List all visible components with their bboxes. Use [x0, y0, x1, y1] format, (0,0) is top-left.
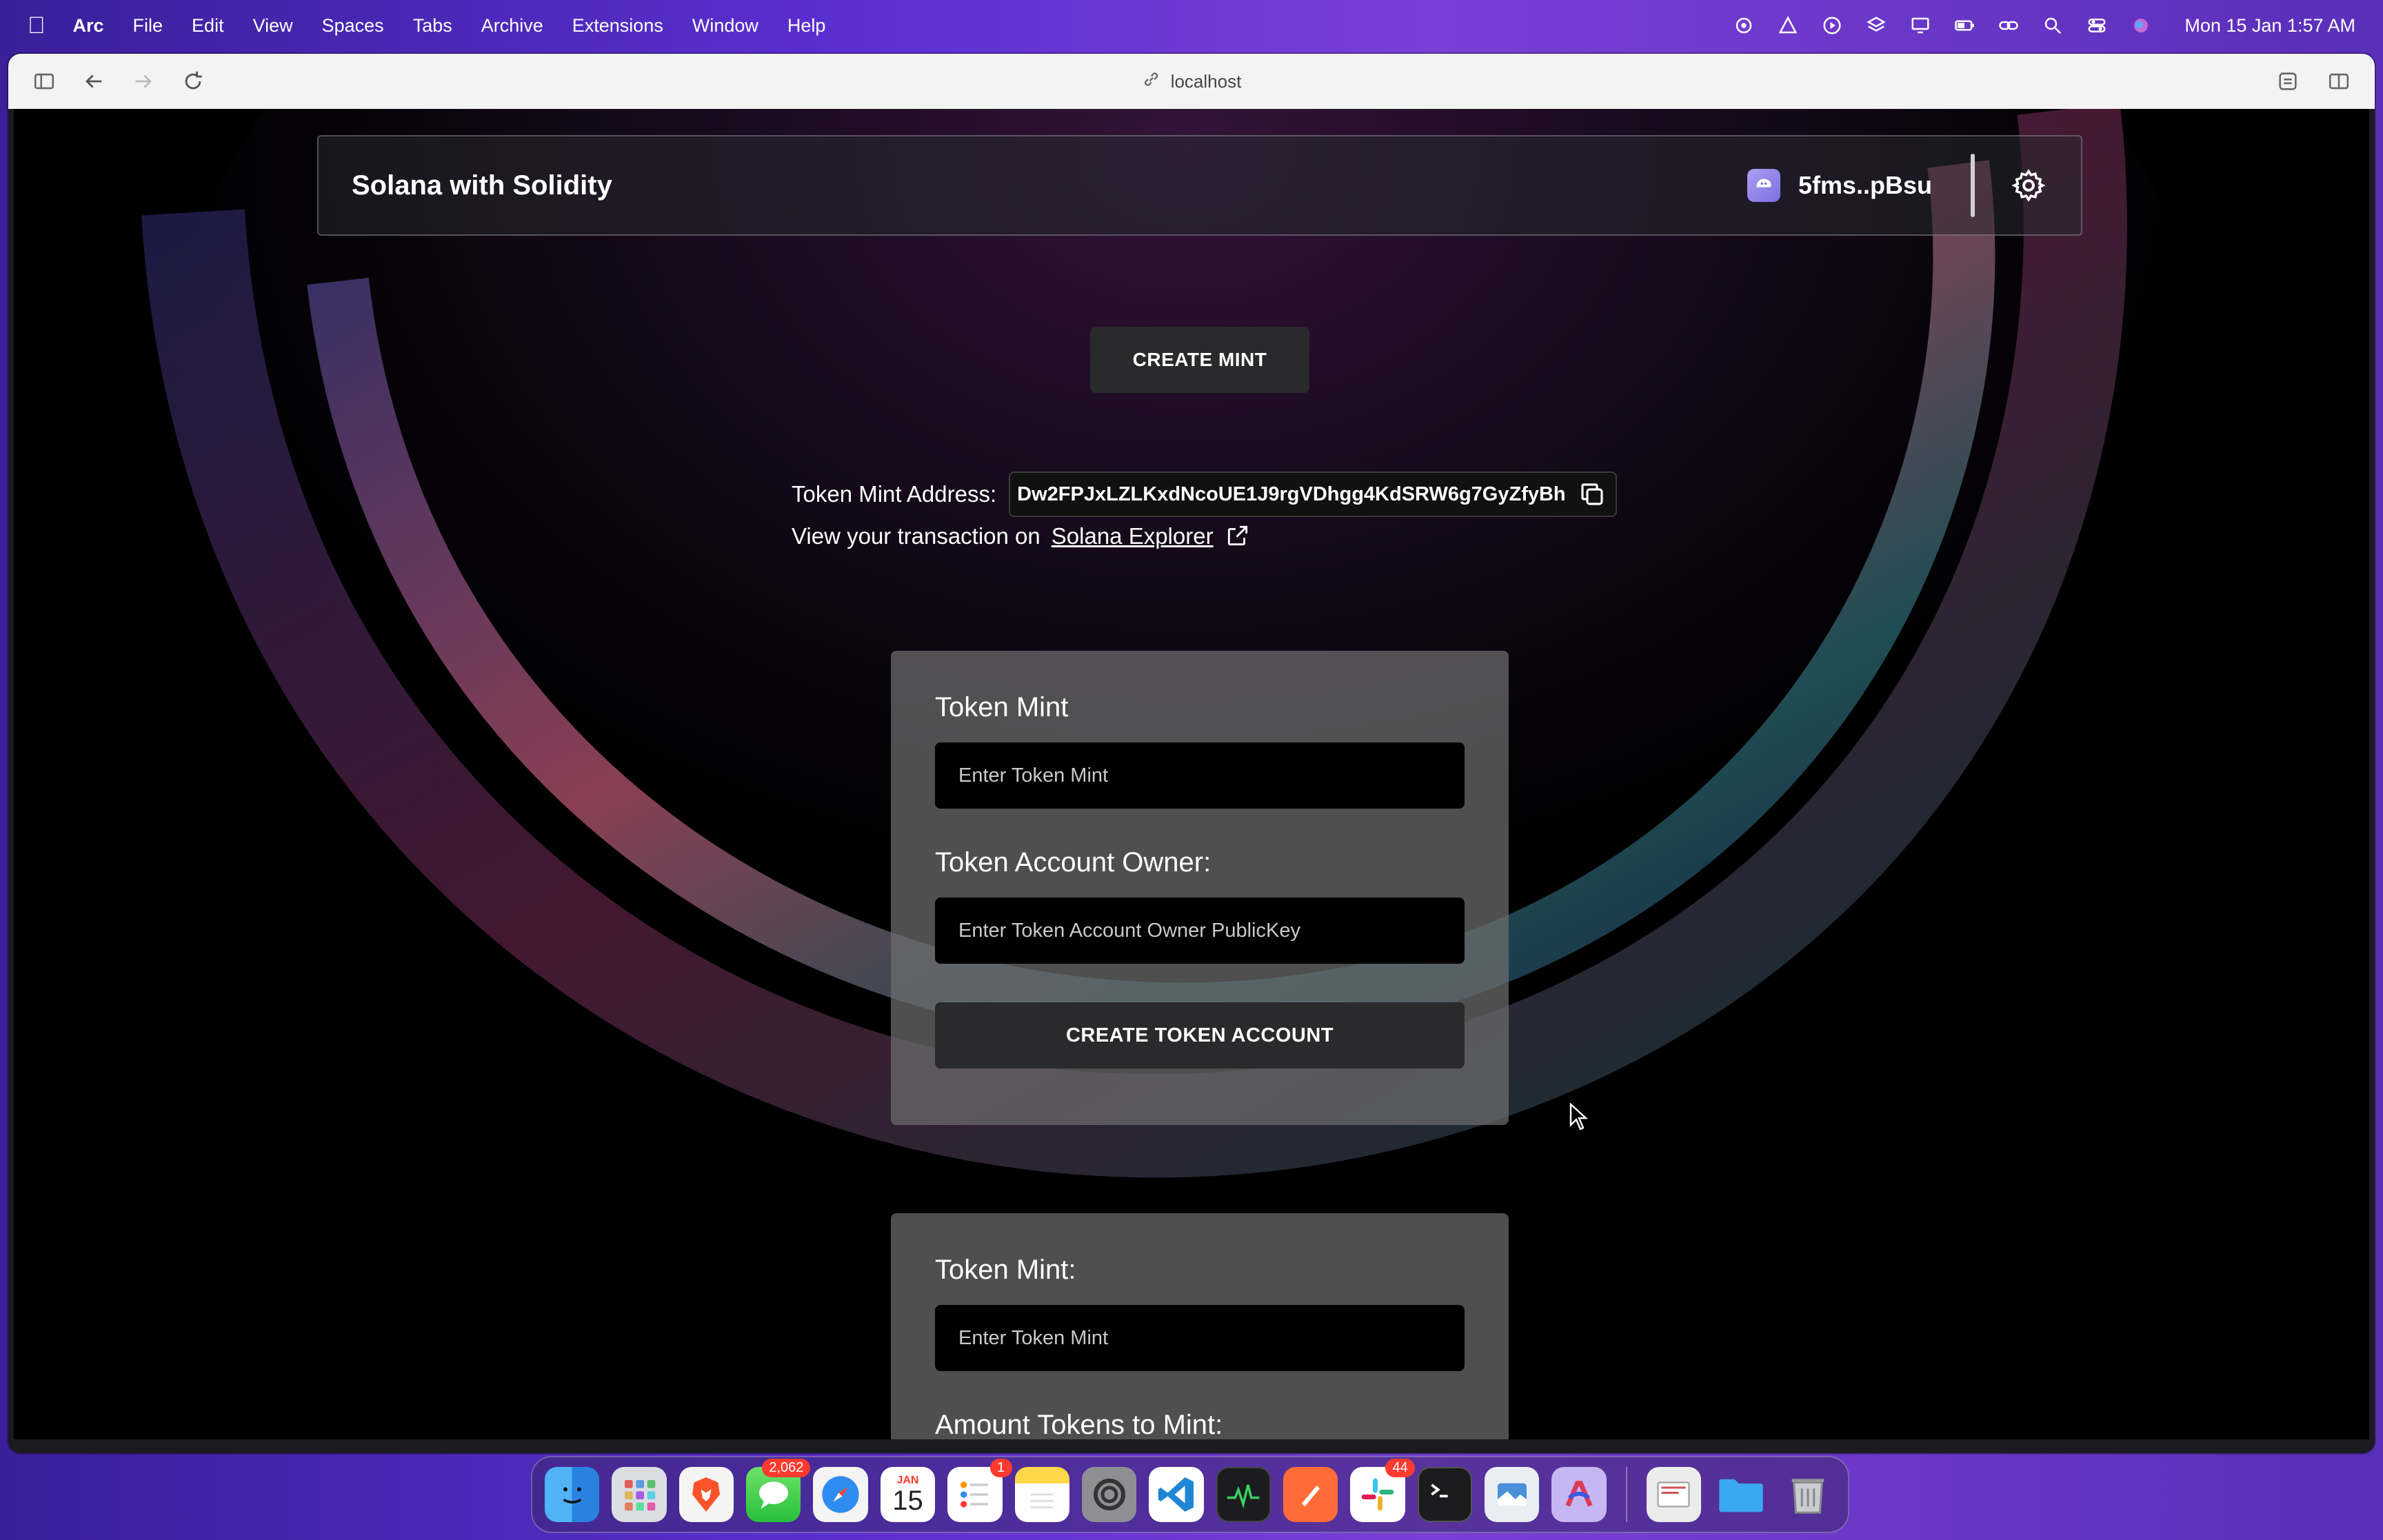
create-token-account-button[interactable]: CREATE TOKEN ACCOUNT [935, 1002, 1465, 1068]
solana-explorer-link[interactable]: Solana Explorer [1052, 523, 1214, 549]
page-viewport[interactable]: Solana with Solidity 5fms..pBsu CREATE M… [14, 109, 2369, 1439]
launchpad-icon[interactable] [612, 1467, 667, 1522]
menu-help[interactable]: Help [787, 15, 826, 37]
finder-icon[interactable] [545, 1467, 600, 1522]
menu-edit[interactable]: Edit [192, 15, 224, 37]
external-link-icon[interactable] [1225, 523, 1252, 550]
vscode-icon[interactable] [1149, 1467, 1204, 1522]
create-token-account-card: Token Mint Token Account Owner: CREATE T… [891, 651, 1509, 1125]
messages-icon[interactable]: 2,062 [746, 1459, 811, 1522]
token-mint-address-label: Token Mint Address: [792, 481, 997, 507]
back-icon[interactable] [79, 66, 109, 97]
mint-tokens-card: Token Mint: Amount Tokens to Mint: [891, 1213, 1509, 1439]
status-icons: Mon 15 Jan 1:57 AM [1732, 15, 2355, 37]
folder-icon[interactable] [1713, 1467, 1768, 1522]
brave-browser-icon[interactable] [678, 1467, 734, 1522]
link-icon[interactable] [1997, 15, 2020, 36]
menu-file[interactable]: File [133, 15, 163, 37]
gear-icon[interactable] [2009, 166, 2048, 205]
navbar-divider [1971, 154, 1975, 217]
forward-icon[interactable] [128, 66, 159, 97]
reminders-badge: 1 [989, 1459, 1012, 1477]
control-center-icon[interactable] [2085, 15, 2109, 36]
token-mint-address-row: Token Mint Address: Dw2FPJxLZLKxdNcoUE1J… [792, 472, 1617, 517]
downloads-stack-icon[interactable] [1646, 1467, 1702, 1522]
menu-spaces[interactable]: Spaces [322, 15, 384, 37]
messages-badge: 2,062 [762, 1459, 811, 1477]
token-account-owner-input[interactable] [935, 898, 1465, 964]
terminal-icon[interactable] [1417, 1467, 1473, 1522]
arc-browser-icon[interactable] [1551, 1467, 1607, 1522]
phantom-wallet-icon [1747, 169, 1780, 202]
activity-monitor-icon[interactable] [1216, 1467, 1271, 1522]
token-mint-input[interactable] [935, 742, 1465, 809]
menu-window[interactable]: Window [692, 15, 758, 37]
trash-icon[interactable] [1781, 1467, 1836, 1522]
search-icon[interactable] [2041, 15, 2064, 36]
layers-icon[interactable] [1864, 15, 1888, 36]
wallet-address: 5fms..pBsu [1798, 171, 1932, 199]
dock: 2,062 JAN 15 1 44 [531, 1456, 1849, 1533]
menubar-clock[interactable]: Mon 15 Jan 1:57 AM [2184, 15, 2355, 37]
token-mint-label: Token Mint [935, 692, 1069, 722]
postman-icon[interactable] [1283, 1467, 1338, 1522]
dock-separator [1625, 1467, 1627, 1522]
address-text: localhost [1170, 70, 1242, 92]
slack-badge: 44 [1385, 1459, 1415, 1477]
safari-icon[interactable] [813, 1467, 868, 1522]
apple-icon[interactable]:  [28, 12, 46, 39]
mint-tokens-mint-input[interactable] [935, 1305, 1465, 1371]
menu-tabs[interactable]: Tabs [413, 15, 452, 37]
calendar-day: 15 [892, 1486, 923, 1516]
reminders-icon[interactable]: 1 [947, 1459, 1012, 1522]
amount-tokens-label: Amount Tokens to Mint: [935, 1410, 1223, 1439]
menu-app-name[interactable]: Arc [73, 15, 104, 37]
create-mint-button[interactable]: CREATE MINT [1090, 327, 1309, 393]
preview-icon[interactable] [1485, 1467, 1540, 1522]
notes-icon[interactable] [1014, 1467, 1069, 1522]
address-bar[interactable]: localhost [1142, 70, 1242, 94]
token-mint-address-value[interactable]: Dw2FPJxLZLKxdNcoUE1J9rgVDhgg4KdSRW6g7GyZ… [1017, 483, 1566, 506]
transaction-text: View your transaction on [792, 523, 1040, 549]
menu-bar:  Arc File Edit View Spaces Tabs Archive… [0, 0, 2383, 51]
reload-icon[interactable] [178, 66, 208, 97]
sidebar-toggle-icon[interactable] [29, 66, 59, 97]
menu-archive[interactable]: Archive [481, 15, 543, 37]
extensions-icon[interactable] [2273, 66, 2303, 97]
menu-extensions[interactable]: Extensions [572, 15, 663, 37]
vpn-icon[interactable] [1732, 15, 1756, 36]
app-title: Solana with Solidity [352, 170, 612, 201]
system-settings-icon[interactable] [1081, 1467, 1137, 1522]
wallet-button[interactable]: 5fms..pBsu [1747, 169, 1932, 202]
siri-icon[interactable] [2129, 15, 2153, 36]
battery-icon[interactable] [1953, 15, 1976, 36]
app-navbar: Solana with Solidity 5fms..pBsu [317, 135, 2082, 236]
calendar-icon[interactable]: JAN 15 [880, 1467, 936, 1522]
display-icon[interactable] [1909, 15, 1932, 36]
mint-tokens-mint-label: Token Mint: [935, 1255, 1076, 1285]
link-chain-icon [1142, 70, 1161, 94]
split-view-icon[interactable] [2324, 66, 2354, 97]
play-icon[interactable] [1820, 15, 1844, 36]
copy-icon[interactable] [1576, 478, 1609, 511]
slack-icon[interactable]: 44 [1350, 1459, 1415, 1522]
triangle-app-icon[interactable] [1776, 15, 1800, 36]
transaction-row: View your transaction on Solana Explorer [792, 523, 1252, 550]
token-account-owner-label: Token Account Owner: [935, 847, 1211, 878]
mouse-cursor-icon [1569, 1103, 1589, 1131]
browser-toolbar: localhost [8, 54, 2375, 109]
token-mint-address-box: Dw2FPJxLZLKxdNcoUE1J9rgVDhgg4KdSRW6g7GyZ… [1009, 472, 1617, 517]
browser-window: localhost Solana with Solidity 5fms..pBs… [8, 54, 2375, 1453]
menu-view[interactable]: View [253, 15, 293, 37]
